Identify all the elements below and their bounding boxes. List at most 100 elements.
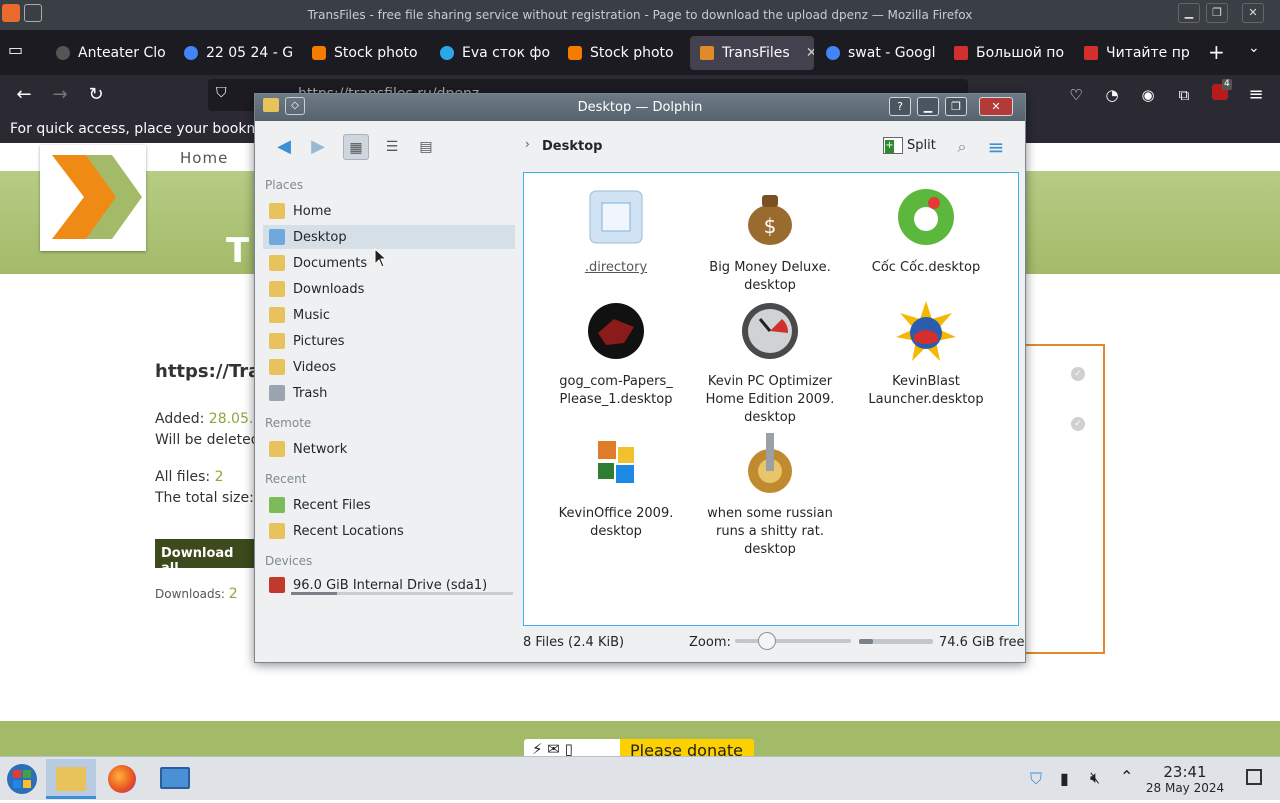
file-item[interactable]: .directory	[546, 185, 686, 277]
folder-icon	[56, 767, 86, 791]
reload-icon[interactable]: ↻	[84, 83, 108, 107]
chevron-down-icon[interactable]: ⌄	[1248, 40, 1260, 56]
place-recent-files[interactable]: Recent Files	[263, 493, 515, 517]
extensions-icon[interactable]: ⧉	[1172, 83, 1196, 107]
tab-anteater[interactable]: Anteater Clo	[46, 36, 170, 70]
file-label: Kevin PC Optimizer Home Edition 2009. de…	[705, 374, 835, 425]
clipboard-icon[interactable]: ⛉	[1030, 769, 1042, 789]
tab-eva-stock[interactable]: Eva сток фо	[430, 36, 554, 70]
place-documents[interactable]: Documents	[263, 251, 515, 275]
blogger-icon	[568, 46, 582, 60]
place-network[interactable]: Network	[263, 437, 515, 461]
recent-locations-icon	[269, 523, 285, 539]
back-arrow-icon[interactable]: ←	[12, 83, 36, 107]
maximize-button[interactable]: ❐	[1206, 3, 1228, 23]
places-header: Places	[265, 178, 304, 192]
split-view-icon	[883, 137, 903, 154]
place-trash[interactable]: Trash	[263, 381, 515, 405]
tab-chitayte[interactable]: Читайте пр	[1074, 36, 1198, 70]
pocket-icon[interactable]: ♡	[1064, 83, 1088, 107]
tab-stock-photo-2[interactable]: Stock photo	[558, 36, 682, 70]
place-music[interactable]: Music	[263, 303, 515, 327]
file-item[interactable]: Cốc Cốc.desktop	[856, 185, 996, 277]
account-icon[interactable]: ◉	[1136, 83, 1160, 107]
compact-view-icon[interactable]: ☰	[379, 134, 405, 160]
place-home[interactable]: Home	[263, 199, 515, 223]
file-item[interactable]: KevinBlast Launcher.desktop	[856, 299, 996, 409]
file-item[interactable]: KevinOffice 2009. desktop	[546, 431, 686, 541]
details-view-icon[interactable]: ▤	[413, 134, 439, 160]
taskbar-system-settings[interactable]	[150, 759, 200, 799]
file-item[interactable]: Kevin PC Optimizer Home Edition 2009. de…	[700, 299, 840, 427]
place-pictures[interactable]: Pictures	[263, 329, 515, 353]
forward-arrow-icon[interactable]: →	[48, 83, 72, 107]
minimize-button[interactable]: ▁	[917, 97, 939, 116]
taskbar-dolphin[interactable]	[46, 759, 96, 799]
telegram-icon	[440, 46, 454, 60]
file-item[interactable]: when some russian runs a shitty rat. des…	[700, 431, 840, 559]
sync-icon[interactable]: ◔	[1100, 83, 1124, 107]
zoom-slider-handle[interactable]	[758, 632, 776, 650]
clock[interactable]: 23:41 28 May 2024	[1140, 763, 1230, 795]
check-icon[interactable]: ✓	[1071, 367, 1085, 381]
ublock-icon[interactable]: 4	[1208, 79, 1232, 107]
hamburger-menu-icon[interactable]: ≡	[1244, 83, 1268, 107]
network-folder-icon	[269, 441, 285, 457]
all-files-row: All files: 2	[155, 469, 224, 485]
place-videos[interactable]: Videos	[263, 355, 515, 379]
list-all-tabs-icon[interactable]: ▭	[8, 40, 32, 59]
download-all-button[interactable]: Download all	[155, 539, 255, 576]
file-item[interactable]: gog_com-Papers_ Please_1.desktop	[546, 299, 686, 409]
mouse-cursor-icon	[374, 248, 388, 268]
minimize-button[interactable]: ▁	[1178, 3, 1200, 23]
place-downloads[interactable]: Downloads	[263, 277, 515, 301]
forward-arrow-icon[interactable]: ▶	[305, 134, 331, 160]
menu-home-link[interactable]: Home	[180, 149, 228, 167]
hamburger-menu-icon[interactable]: ≡	[983, 134, 1009, 160]
gauge-icon	[742, 303, 798, 359]
split-button[interactable]: Split	[883, 137, 936, 154]
new-tab-icon[interactable]: +	[1208, 40, 1225, 64]
place-desktop[interactable]: Desktop	[263, 225, 515, 249]
blogger-icon	[312, 46, 326, 60]
google-icon	[826, 46, 840, 60]
tab-swat-google[interactable]: swat - Googl	[816, 36, 940, 70]
breadcrumb[interactable]: Desktop	[542, 139, 602, 154]
show-desktop-button[interactable]	[1246, 769, 1262, 785]
maximize-button[interactable]: ❐	[945, 97, 967, 116]
places-panel: Places Home Desktop Documents Downloads …	[255, 171, 519, 601]
tab-bolshoy[interactable]: Большой по	[944, 36, 1072, 70]
transfiles-logo[interactable]	[40, 145, 146, 251]
search-icon[interactable]: ⌕	[949, 134, 975, 160]
help-button[interactable]: ?	[889, 97, 911, 116]
close-window-button[interactable]: ✕	[979, 97, 1013, 116]
office-icon	[598, 441, 634, 483]
windows-logo-icon	[7, 764, 37, 794]
trash-icon	[269, 385, 285, 401]
tab-google-photos[interactable]: 22 05 24 - G	[174, 36, 298, 70]
drive-usage-bar	[291, 592, 513, 595]
dolphin-titlebar[interactable]: ◇ Desktop — Dolphin ? ▁ ❐ ✕	[255, 94, 1025, 121]
deleted-row: Will be deleted	[155, 432, 260, 448]
volume-muted-icon[interactable]: 🔇︎	[1090, 768, 1100, 788]
taskbar-firefox[interactable]	[98, 759, 148, 799]
battery-icon[interactable]: ▮	[1060, 769, 1069, 788]
close-window-button[interactable]: ✕	[1242, 3, 1264, 23]
file-item[interactable]: $ Big Money Deluxe. desktop	[700, 185, 840, 295]
monitor-icon	[160, 767, 190, 789]
zoom-slider-track[interactable]	[735, 639, 851, 643]
icons-view-icon[interactable]: ▦	[343, 134, 369, 160]
tab-transfiles[interactable]: TransFiles ✕	[690, 36, 814, 70]
check-icon[interactable]: ✓	[1071, 417, 1085, 431]
chevron-up-icon[interactable]: ⌃	[1120, 767, 1133, 786]
close-tab-icon[interactable]: ✕	[806, 45, 814, 61]
remote-header: Remote	[265, 416, 312, 430]
back-arrow-icon[interactable]: ◀	[271, 134, 297, 160]
extension-badge: 4	[1222, 79, 1232, 90]
tab-stock-photo-1[interactable]: Stock photo	[302, 36, 426, 70]
file-view[interactable]: .directory $ Big Money Deluxe. desktop C…	[523, 172, 1019, 626]
shield-icon[interactable]: ⛉	[216, 85, 227, 101]
place-recent-locations[interactable]: Recent Locations	[263, 519, 515, 543]
start-menu-button[interactable]	[0, 759, 50, 799]
blast-globe-icon	[896, 301, 956, 361]
